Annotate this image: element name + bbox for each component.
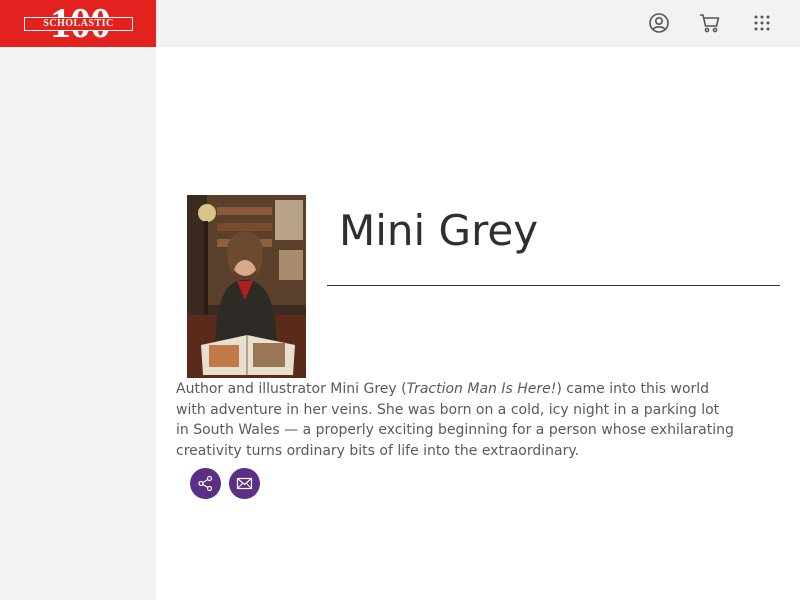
bio-text-start: Author and illustrator Mini Grey ( bbox=[176, 381, 407, 397]
book-title: Traction Man Is Here! bbox=[406, 381, 557, 397]
email-icon bbox=[236, 477, 253, 490]
scholastic-100-logo[interactable]: 100 SCHOLASTIC bbox=[0, 0, 156, 47]
apps-grid-icon[interactable] bbox=[750, 11, 774, 35]
share-button[interactable] bbox=[190, 468, 221, 499]
logo-brand: SCHOLASTIC bbox=[24, 17, 133, 31]
author-bio: Author and illustrator Mini Grey (Tracti… bbox=[176, 379, 736, 461]
author-photo bbox=[187, 195, 306, 378]
top-bar bbox=[156, 0, 800, 47]
cart-icon[interactable] bbox=[698, 11, 722, 35]
account-icon[interactable] bbox=[647, 11, 671, 35]
share-icon bbox=[198, 475, 213, 492]
left-sidebar bbox=[0, 0, 156, 600]
title-divider bbox=[327, 285, 780, 286]
author-name: Mini Grey bbox=[339, 206, 539, 255]
email-button[interactable] bbox=[229, 468, 260, 499]
